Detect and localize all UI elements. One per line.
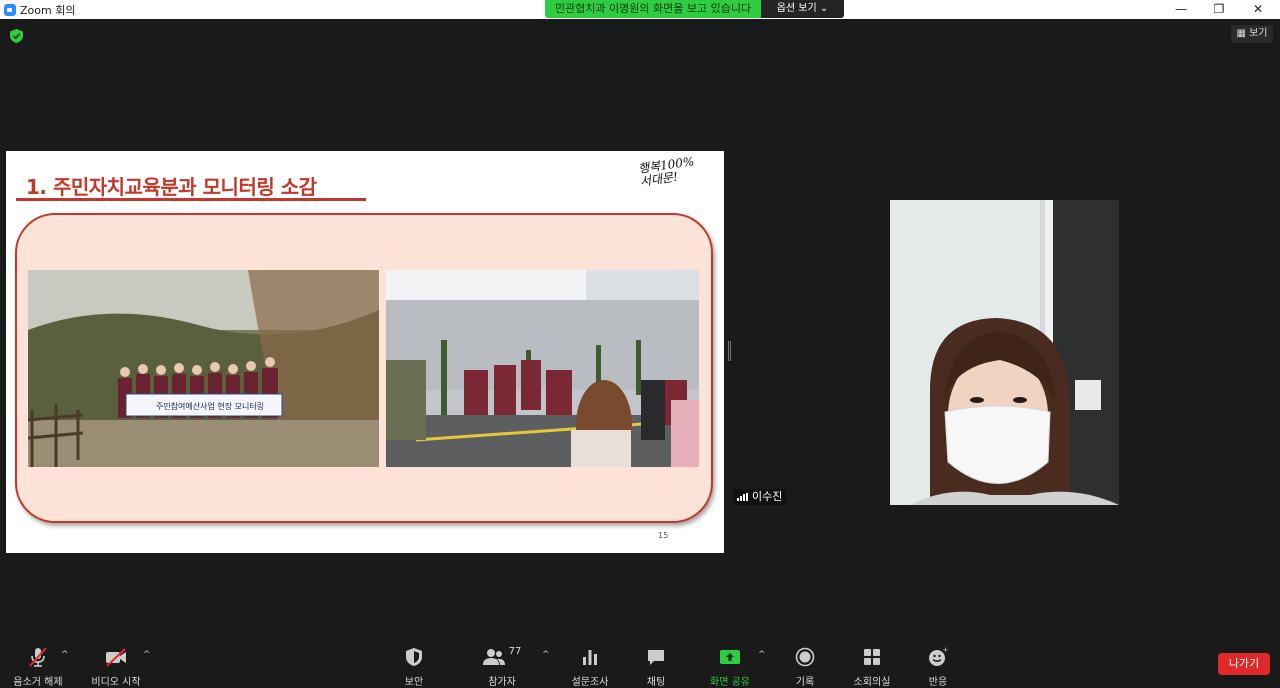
breakout-rooms-grid-icon [864, 649, 880, 665]
slide-logo: 행복100% 서대문! [637, 154, 696, 189]
security-button[interactable]: 보안 [382, 646, 446, 688]
share-options-chevron-icon[interactable]: ^ [758, 650, 766, 660]
slide-page-number: 15 [658, 531, 669, 540]
participants-icon [482, 649, 505, 665]
street-group-photo [386, 270, 699, 467]
record-label: 기록 [795, 677, 815, 688]
view-label: 보기 [1249, 28, 1268, 39]
participants-options-chevron-icon[interactable]: ^ [542, 650, 550, 660]
video-off-icon [106, 648, 126, 667]
start-video-button[interactable]: 비디오 시작 [84, 646, 148, 688]
close-window-button[interactable]: ✕ [1240, 0, 1276, 19]
reactions-label: 반응 [928, 677, 948, 688]
participants-label: 참가자 [488, 677, 516, 688]
leave-meeting-button[interactable]: 나가기 [1218, 653, 1270, 675]
breakout-rooms-label: 소회의실 [853, 677, 891, 688]
chat-label: 채팅 [646, 677, 666, 688]
record-button[interactable]: 기록 [773, 646, 837, 688]
restore-button[interactable]: ❐ [1201, 0, 1237, 19]
app-title: Zoom 회의 [4, 2, 75, 18]
slide-title: 1. 주민자치교육분과 모니터링 소감 [26, 175, 317, 199]
slide-logo-text: 행복100% 서대문! [637, 154, 696, 189]
shared-screen-slide: 1. 주민자치교육분과 모니터링 소감 행복100% 서대문! 주민참여예산사업… [6, 151, 724, 553]
participants-count: 77 [508, 646, 522, 657]
active-speaker-label: 이수진 [733, 489, 787, 505]
reactions-button[interactable]: + 반응 [906, 646, 970, 688]
participant-video-tile[interactable] [890, 200, 1119, 505]
slide-photo-group-forest: 주민참여예산사업 현장 모니터링 [28, 270, 379, 467]
microphone-muted-icon [29, 647, 47, 667]
participant-video-feed [890, 200, 1119, 505]
view-options-button[interactable]: 옵션 보기 ⌄ [761, 0, 844, 18]
polls-bar-chart-icon [583, 650, 597, 665]
unmute-label: 음소거 해제 [13, 677, 63, 688]
meeting-toolbar: 음소거 해제 ^ 비디오 시작 ^ 보안 77 참가자 ^ 설문조사 채팅 화면… [0, 640, 1280, 688]
encryption-shield-icon[interactable] [10, 29, 23, 43]
polls-label: 설문조사 [571, 677, 609, 688]
minimize-button[interactable]: — [1163, 0, 1199, 19]
forest-group-photo [28, 270, 379, 467]
video-options-chevron-icon[interactable]: ^ [143, 650, 151, 660]
zoom-logo-icon [4, 4, 16, 16]
reactions-emoji-icon: + [929, 647, 949, 666]
share-screen-button[interactable]: 화면 공유 [698, 646, 762, 688]
start-video-label: 비디오 시작 [91, 677, 141, 688]
screen-share-banner: 민관협치과 이명원의 화면을 보고 있습니다 [545, 0, 761, 18]
split-resize-handle[interactable] [728, 341, 731, 361]
security-shield-icon [406, 648, 422, 666]
window-title: Zoom 회의 [20, 4, 76, 17]
view-layout-button[interactable]: ▦ 보기 [1231, 25, 1273, 43]
chat-bubble-icon [648, 650, 664, 665]
polls-button[interactable]: 설문조사 [558, 646, 622, 688]
audio-options-chevron-icon[interactable]: ^ [61, 650, 69, 660]
grid-icon: ▦ [1236, 28, 1246, 39]
security-label: 보안 [404, 677, 424, 688]
share-screen-label: 화면 공유 [710, 677, 750, 688]
signal-strength-icon [737, 493, 748, 501]
speaker-name: 이수진 [752, 490, 783, 503]
share-screen-arrow-icon [720, 650, 740, 664]
participants-button[interactable]: 77 참가자 [470, 646, 534, 688]
record-icon [795, 647, 815, 667]
svg-text:+: + [943, 647, 949, 654]
breakout-rooms-button[interactable]: 소회의실 [840, 646, 904, 688]
chat-button[interactable]: 채팅 [624, 646, 688, 688]
slide-photo-street-monitoring [386, 270, 699, 467]
slide-title-underline [16, 198, 366, 201]
photo-banner-text: 주민참여예산사업 현장 모니터링 [155, 402, 265, 411]
